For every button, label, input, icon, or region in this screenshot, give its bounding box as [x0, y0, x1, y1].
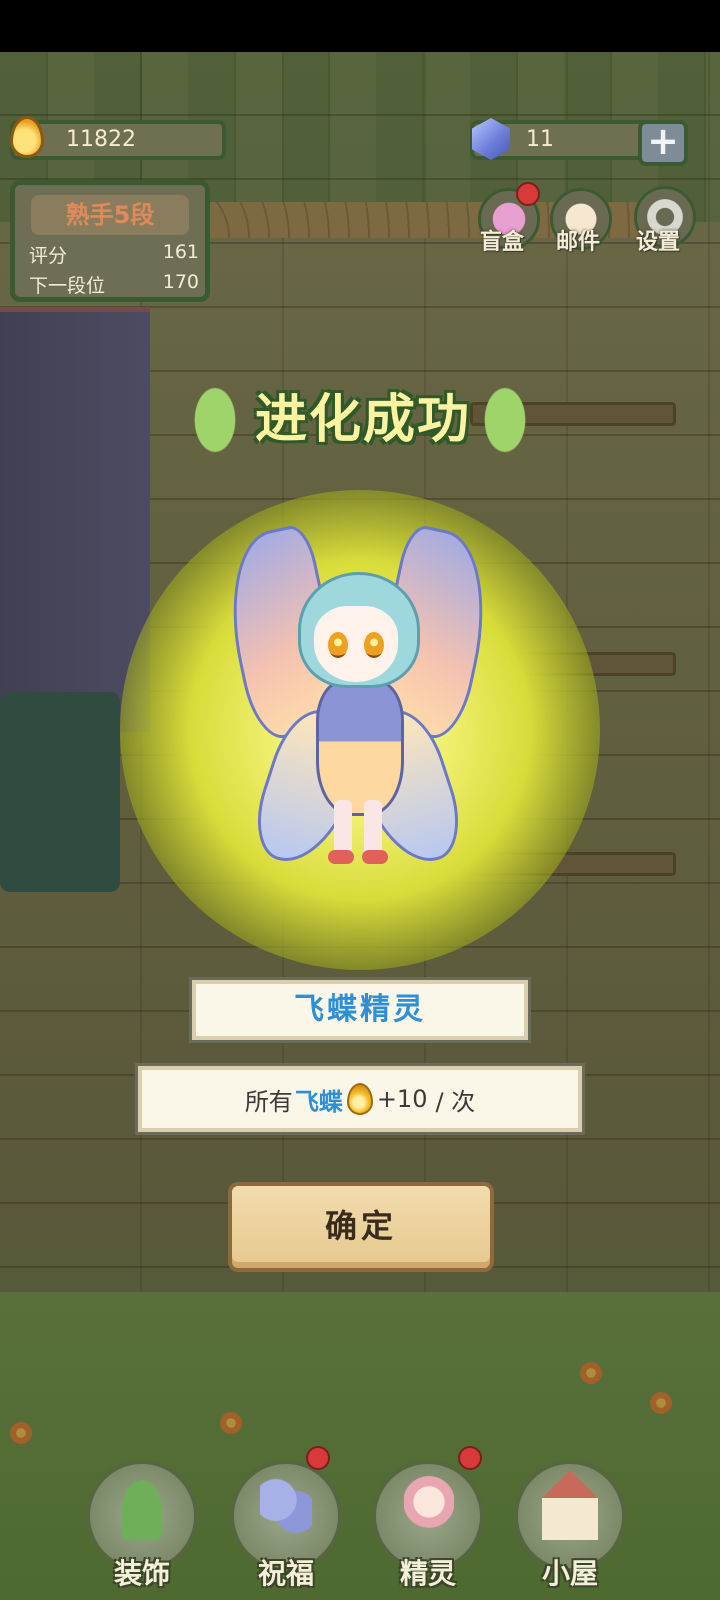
- plus-icon: +: [647, 119, 679, 163]
- notification-badge: [458, 1446, 482, 1470]
- bonus-target: 飞蝶: [294, 1087, 343, 1116]
- fairy-shoe-right: [362, 850, 388, 864]
- nav-house[interactable]: 小屋: [510, 1440, 630, 1590]
- coin-drop-icon: [10, 116, 44, 158]
- butterfly-icon: [260, 1476, 312, 1536]
- fairy-eye-left: [328, 632, 348, 658]
- status-bar: [0, 0, 720, 52]
- bonus-amount: +10: [376, 1085, 428, 1113]
- coin-drop-icon: [346, 1083, 373, 1115]
- blind-box-label: 盲盒: [480, 230, 525, 255]
- fairy-name: 飞蝶精灵: [294, 992, 426, 1027]
- nav-fairy-label: 精灵: [399, 1557, 456, 1590]
- score-label: 评分: [29, 245, 68, 267]
- nav-blessing-label: 祝福: [257, 1557, 314, 1590]
- rank-title: 熟手5段: [31, 195, 189, 235]
- score-row: 评分 161: [29, 241, 199, 268]
- fairy-shoe-left: [328, 850, 354, 864]
- nav-decorate[interactable]: 装饰: [82, 1440, 202, 1590]
- gem-count: 11: [526, 127, 554, 152]
- settings-label: 设置: [636, 230, 681, 255]
- fairy-name-panel: 飞蝶精灵: [192, 980, 528, 1040]
- notification-badge: [516, 182, 540, 206]
- fairy-eye-right: [364, 632, 384, 658]
- confirm-button[interactable]: 确定: [228, 1182, 494, 1272]
- next-rank-value: 170: [162, 271, 199, 293]
- evolution-banner: 进化成功: [180, 365, 540, 475]
- bonus-prefix: 所有: [244, 1087, 293, 1116]
- plant-icon: [122, 1480, 162, 1540]
- add-gems-button[interactable]: +: [638, 120, 688, 166]
- evolution-title: 进化成功: [254, 390, 471, 450]
- mail-label: 邮件: [556, 230, 601, 255]
- confirm-label: 确定: [324, 1207, 397, 1245]
- next-rank-row: 下一段位 170: [29, 271, 199, 298]
- notification-badge: [306, 1446, 330, 1470]
- nav-decorate-label: 装饰: [113, 1557, 170, 1590]
- coin-count: 11822: [66, 127, 136, 152]
- score-value: 161: [162, 241, 199, 263]
- rank-card[interactable]: 熟手5段 评分 161 下一段位 170: [10, 180, 210, 302]
- bonus-suffix: / 次: [435, 1087, 476, 1116]
- fairy-dress: [316, 680, 404, 816]
- next-rank-label: 下一段位: [29, 275, 106, 297]
- butterfly-fairy-character: [213, 510, 503, 890]
- fairy-face: [314, 606, 398, 682]
- fairy-icon: [404, 1474, 454, 1536]
- bonus-panel: 所有 飞蝶 +10 / 次: [138, 1066, 582, 1132]
- nav-house-label: 小屋: [541, 1557, 598, 1590]
